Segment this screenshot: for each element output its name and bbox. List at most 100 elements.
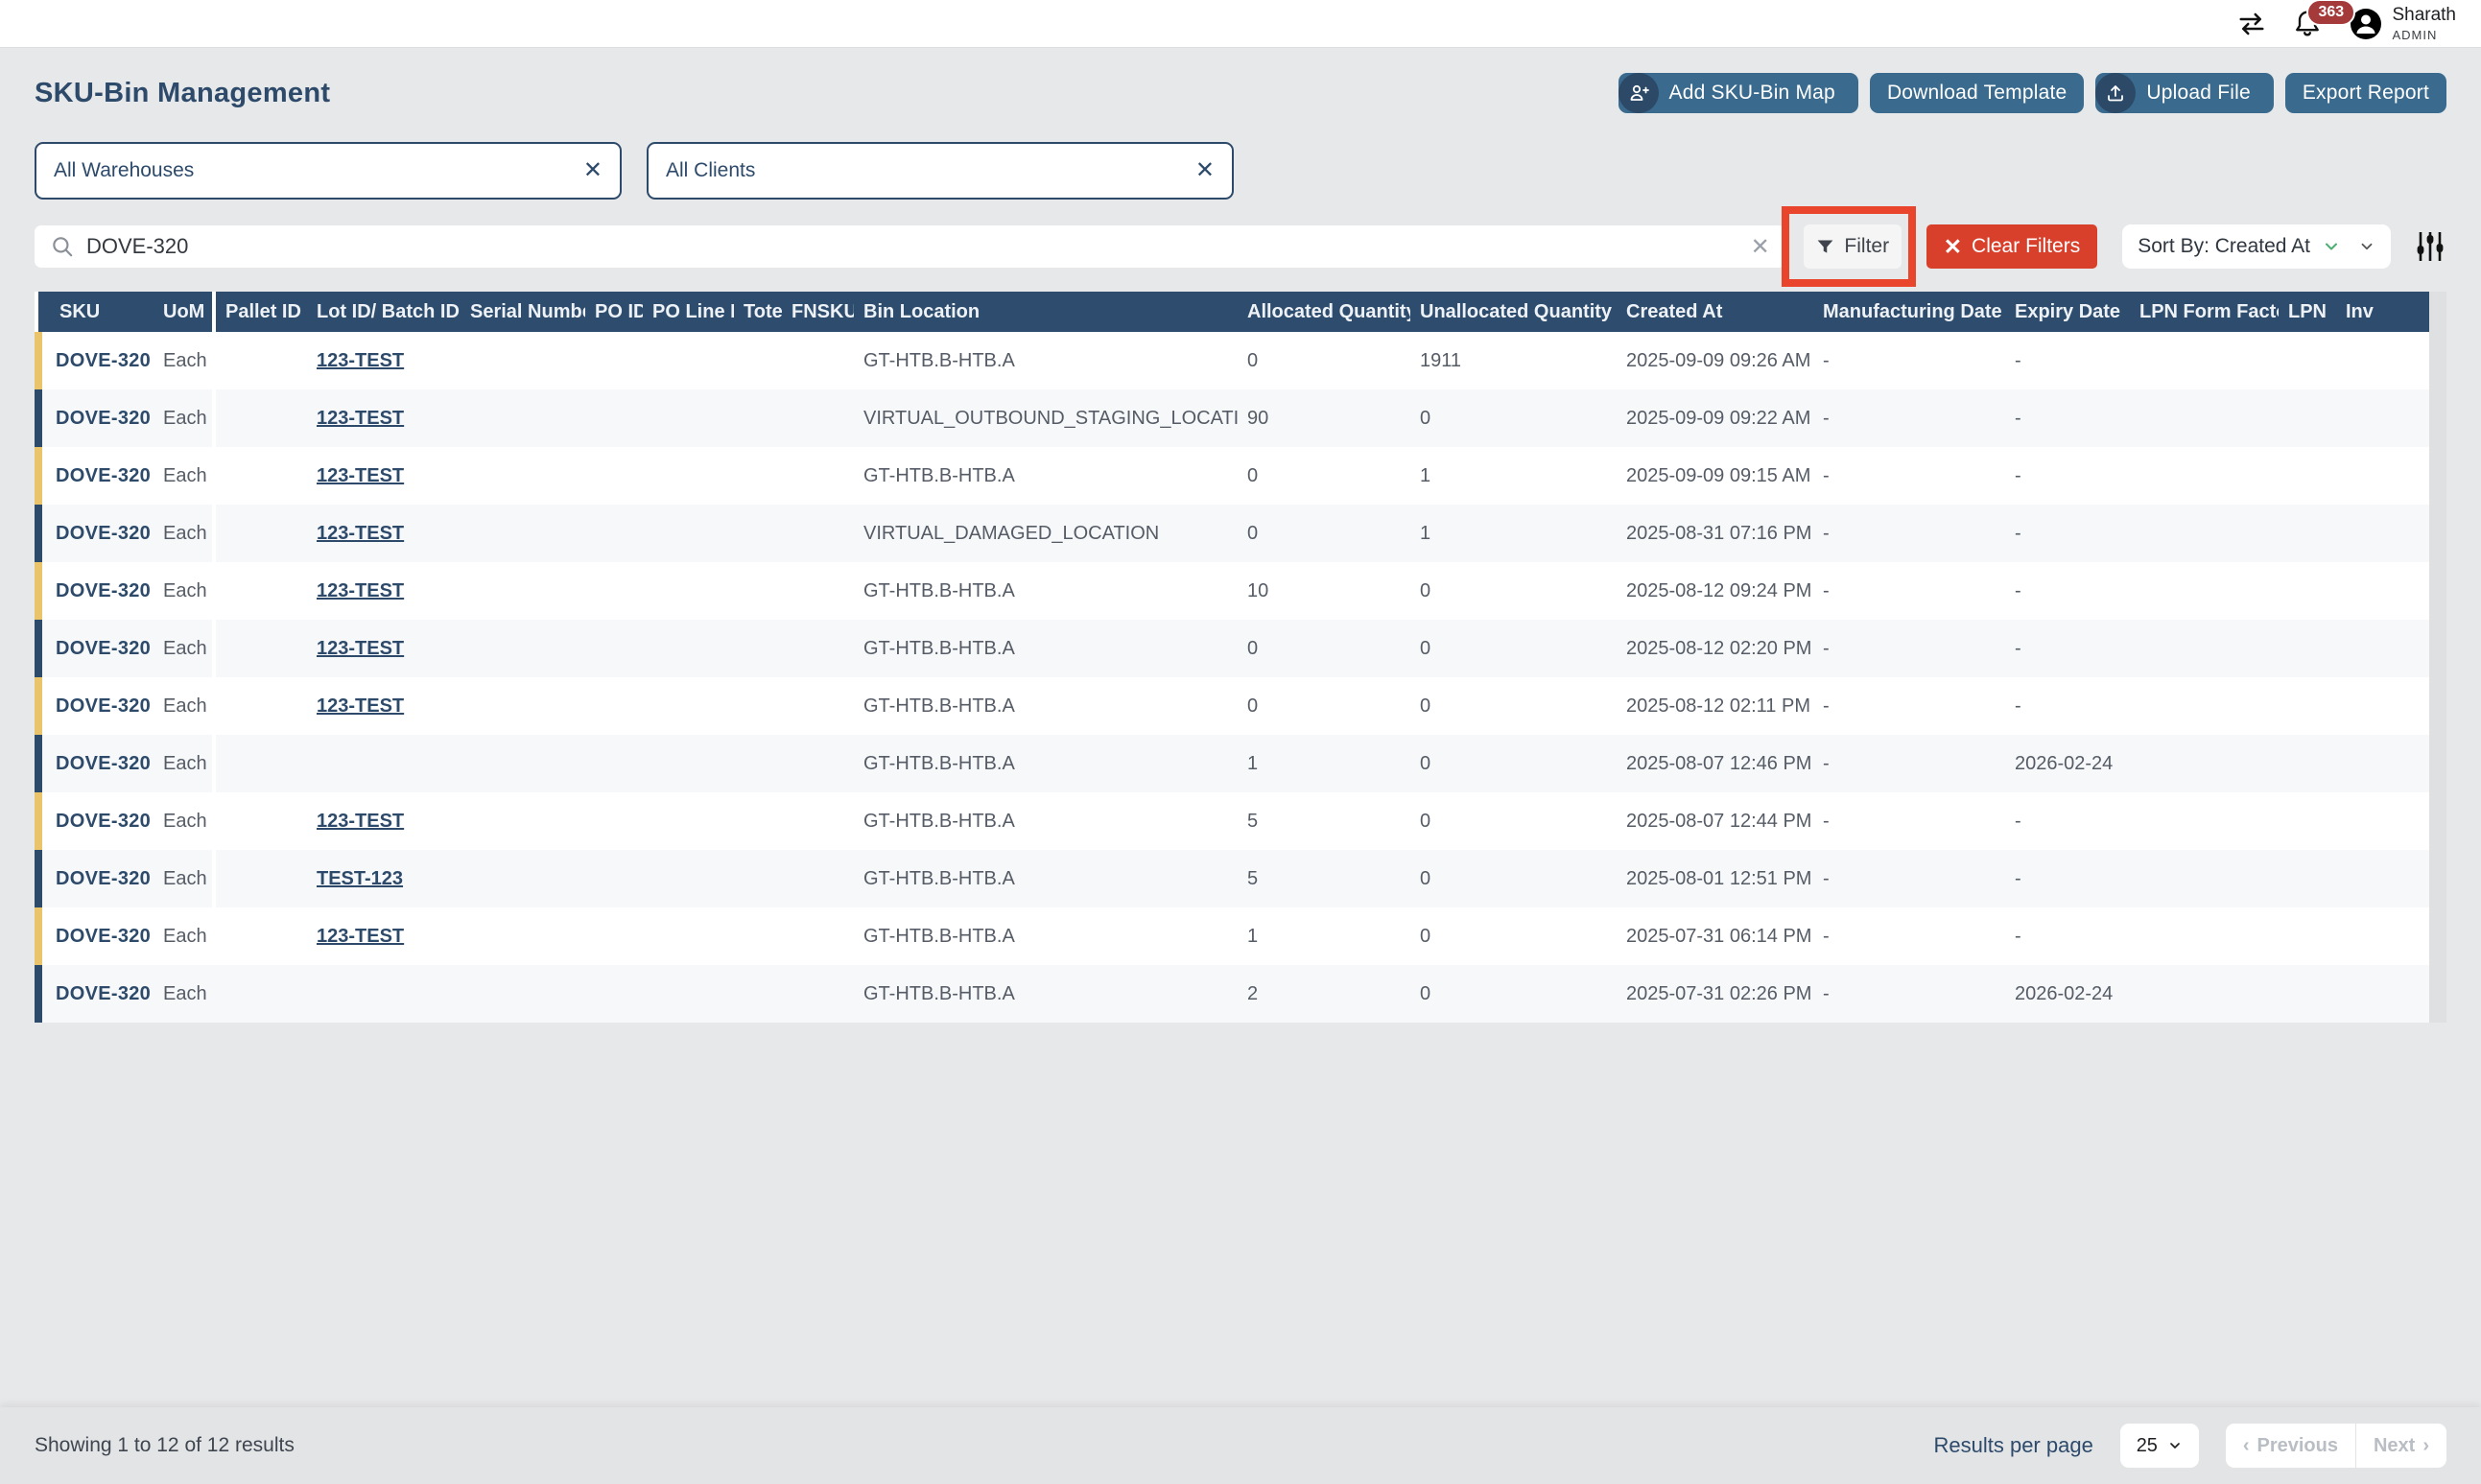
cell-expiry_date: - — [2005, 332, 2130, 389]
add-sku-bin-map-button[interactable]: Add SKU-Bin Map — [1619, 73, 1858, 113]
column-header: Allocated Quantity — [1238, 292, 1410, 332]
cell-allocated: 0 — [1238, 447, 1410, 505]
cell-lot_id: 123-TEST — [307, 389, 461, 447]
column-header: Unallocated Quantity — [1410, 292, 1617, 332]
cell-unallocated: 0 — [1410, 850, 1617, 907]
cell-pallet_id — [216, 505, 307, 562]
cell-created_at: 2025-08-12 09:24 PM — [1617, 562, 1813, 620]
cell-allocated: 10 — [1238, 562, 1410, 620]
header-actions: Add SKU-Bin Map Download Template Upload… — [1619, 73, 2446, 113]
cell-uom: Each — [154, 850, 216, 907]
search-input[interactable] — [86, 234, 1751, 259]
cell-po_id — [585, 505, 643, 562]
cell-fnsku — [782, 447, 854, 505]
cell-pallet_id — [216, 735, 307, 792]
cell-po_id — [585, 907, 643, 965]
cell-lot_id: 123-TEST — [307, 620, 461, 677]
cell-allocated: 5 — [1238, 850, 1410, 907]
cell-allocated: 0 — [1238, 505, 1410, 562]
sort-direction-chevron-icon[interactable] — [2322, 237, 2341, 256]
export-report-button[interactable]: Export Report — [2285, 73, 2446, 113]
cell-created_at: 2025-08-12 02:20 PM — [1617, 620, 1813, 677]
cell-expiry_date: 2026-02-24 — [2005, 965, 2130, 1023]
cell-lpn_form_factor — [2130, 735, 2279, 792]
sort-by-dropdown[interactable]: Sort By: Created At — [2122, 224, 2391, 269]
swap-arrows-icon[interactable] — [2237, 12, 2266, 36]
cell-po_line_id — [643, 850, 734, 907]
cell-serial_number — [461, 677, 585, 735]
search-bar[interactable]: ✕ — [35, 225, 1785, 268]
cell-lpn — [2279, 735, 2336, 792]
clear-filters-button[interactable]: ✕ Clear Filters — [1926, 224, 2097, 269]
warehouse-select[interactable]: All Warehouses ✕ — [35, 142, 622, 200]
cell-lpn — [2279, 332, 2336, 389]
cell-unallocated: 0 — [1410, 389, 1617, 447]
lot-id-link[interactable]: 123-TEST — [317, 523, 404, 544]
cell-pallet_id — [216, 965, 307, 1023]
client-clear-icon[interactable]: ✕ — [1195, 159, 1215, 182]
results-summary: Showing 1 to 12 of 12 results — [35, 1434, 295, 1457]
table-row: DOVE-320EachTEST-123GT-HTB.B-HTB.A502025… — [38, 850, 2429, 907]
cell-manufacturing_date: - — [1813, 735, 2005, 792]
cell-po_id — [585, 792, 643, 850]
previous-page-button[interactable]: ‹ Previous — [2226, 1424, 2355, 1468]
cell-unallocated: 0 — [1410, 792, 1617, 850]
cell-created_at: 2025-08-07 12:44 PM — [1617, 792, 1813, 850]
lot-id-link[interactable]: 123-TEST — [317, 580, 404, 601]
cell-expiry_date: - — [2005, 907, 2130, 965]
upload-file-button[interactable]: Upload File — [2095, 73, 2273, 113]
lot-id-link[interactable]: 123-TEST — [317, 926, 404, 947]
column-settings-sliders-icon[interactable] — [2414, 229, 2446, 264]
cell-unallocated: 1911 — [1410, 332, 1617, 389]
chevron-down-icon[interactable] — [2358, 238, 2375, 255]
cell-bin_location: GT-HTB.B-HTB.A — [854, 620, 1238, 677]
lot-id-link[interactable]: 123-TEST — [317, 638, 404, 659]
cell-tote — [734, 389, 782, 447]
cell-uom: Each — [154, 562, 216, 620]
lot-id-link[interactable]: 123-TEST — [317, 811, 404, 832]
user-menu[interactable]: Sharath ADMIN — [2349, 5, 2456, 42]
table-row: DOVE-320EachGT-HTB.B-HTB.A202025-07-31 0… — [38, 965, 2429, 1023]
warehouse-clear-icon[interactable]: ✕ — [583, 159, 603, 182]
cell-manufacturing_date: - — [1813, 677, 2005, 735]
vertical-scrollbar[interactable] — [2429, 292, 2446, 1023]
cell-po_line_id — [643, 447, 734, 505]
column-header: SKU — [38, 292, 154, 332]
lot-id-link[interactable]: 123-TEST — [317, 408, 404, 429]
cell-serial_number — [461, 620, 585, 677]
table-row: DOVE-320Each123-TESTVIRTUAL_OUTBOUND_STA… — [38, 389, 2429, 447]
lot-id-link[interactable]: 123-TEST — [317, 465, 404, 486]
topbar: 363 Sharath ADMIN — [0, 0, 2481, 48]
cell-expiry_date: - — [2005, 850, 2130, 907]
cell-bin_location: GT-HTB.B-HTB.A — [854, 792, 1238, 850]
cell-uom: Each — [154, 735, 216, 792]
search-clear-icon[interactable]: ✕ — [1751, 233, 1770, 261]
cell-manufacturing_date: - — [1813, 562, 2005, 620]
cell-inv — [2336, 332, 2429, 389]
lot-id-link[interactable]: TEST-123 — [317, 868, 403, 889]
page-size-select[interactable]: 25 — [2120, 1424, 2199, 1468]
table-row: DOVE-320EachGT-HTB.B-HTB.A102025-08-07 1… — [38, 735, 2429, 792]
cell-inv — [2336, 792, 2429, 850]
next-page-button[interactable]: Next › — [2356, 1424, 2446, 1468]
lot-id-link[interactable]: 123-TEST — [317, 695, 404, 717]
filter-button[interactable]: Filter — [1804, 224, 1902, 269]
cell-po_id — [585, 965, 643, 1023]
cell-expiry_date: - — [2005, 389, 2130, 447]
cell-fnsku — [782, 562, 854, 620]
client-select[interactable]: All Clients ✕ — [647, 142, 1234, 200]
download-template-button[interactable]: Download Template — [1870, 73, 2084, 113]
notification-bell-icon[interactable]: 363 — [2293, 9, 2322, 39]
cell-created_at: 2025-09-09 09:22 AM — [1617, 389, 1813, 447]
cell-sku: DOVE-320 — [38, 389, 154, 447]
cell-expiry_date: - — [2005, 562, 2130, 620]
lot-id-link[interactable]: 123-TEST — [317, 350, 404, 371]
cell-bin_location: GT-HTB.B-HTB.A — [854, 562, 1238, 620]
cell-lot_id: 123-TEST — [307, 447, 461, 505]
cell-unallocated: 0 — [1410, 965, 1617, 1023]
warehouse-select-value: All Warehouses — [54, 159, 194, 182]
cell-tote — [734, 505, 782, 562]
cell-unallocated: 1 — [1410, 505, 1617, 562]
cell-pallet_id — [216, 562, 307, 620]
cell-bin_location: VIRTUAL_OUTBOUND_STAGING_LOCATION — [854, 389, 1238, 447]
